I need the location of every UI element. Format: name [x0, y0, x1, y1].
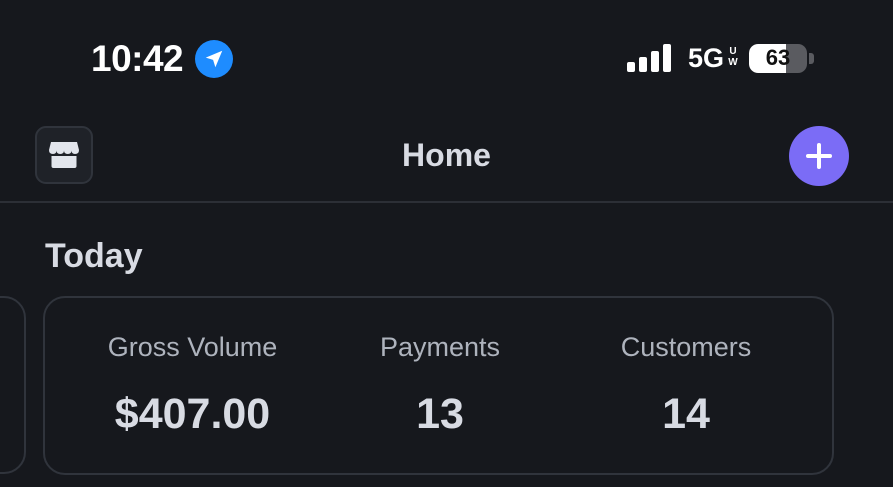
- battery-cap: [809, 53, 814, 64]
- stat-label: Gross Volume: [107, 332, 278, 362]
- stat-value: $407.00: [114, 390, 271, 438]
- cellular-signal-icon: [627, 44, 671, 72]
- stat-customers: Customers 14: [585, 298, 787, 473]
- status-bar: 10:42 5G U W 63: [0, 0, 893, 112]
- stat-label: Customers: [620, 332, 752, 362]
- today-stats-card[interactable]: Gross Volume $407.00 Payments 13 Custome…: [43, 296, 834, 475]
- add-button[interactable]: [789, 126, 849, 186]
- location-arrow-icon: [195, 40, 233, 78]
- navigation-bar: Home: [0, 112, 893, 203]
- stat-payments: Payments 13: [345, 298, 535, 473]
- stat-label: Payments: [379, 332, 501, 362]
- stat-value: 13: [416, 390, 464, 438]
- app-screen: 10:42 5G U W 63 Home Today Gross Volume …: [0, 0, 893, 487]
- battery-level: 63: [765, 45, 791, 70]
- network-subtype: U W: [728, 46, 738, 68]
- network-type: 5G: [688, 43, 725, 73]
- stat-gross-volume: Gross Volume $407.00: [85, 298, 300, 473]
- plus-icon: [806, 143, 832, 169]
- previous-card[interactable]: [0, 296, 26, 474]
- section-title-today: Today: [45, 237, 143, 275]
- status-time: 10:42: [91, 38, 184, 79]
- battery-icon: 63: [749, 44, 807, 73]
- stat-value: 14: [662, 390, 710, 438]
- page-title: Home: [402, 137, 491, 173]
- network-subtype-bottom: W: [728, 57, 738, 68]
- network-subtype-top: U: [729, 46, 737, 57]
